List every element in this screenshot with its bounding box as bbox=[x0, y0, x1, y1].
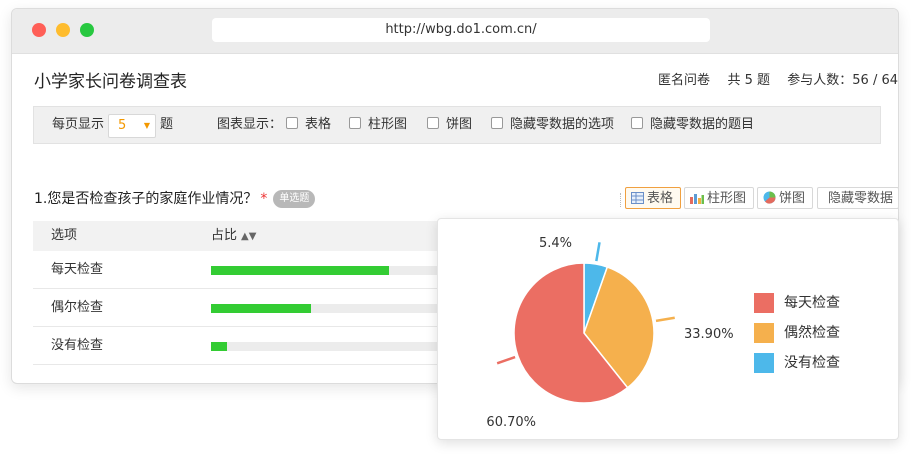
question-text: 1.您是否检查孩子的家庭作业情况？ bbox=[34, 191, 258, 207]
pie-chart-icon bbox=[763, 191, 776, 204]
option-hide-zero-options-label: 隐藏零数据的选项 bbox=[510, 117, 615, 132]
question-title: 1.您是否检查孩子的家庭作业情况？ * 单选题 bbox=[34, 188, 316, 208]
data-label-never-leader-line bbox=[595, 242, 601, 262]
required-mark: * bbox=[260, 191, 268, 207]
header-ratio-label: 占比 bbox=[211, 228, 238, 243]
checkbox-icon bbox=[491, 117, 503, 129]
option-table-label: 表格 bbox=[305, 117, 332, 132]
checkbox-icon bbox=[286, 117, 298, 129]
hide-zero-data-button[interactable]: 隐藏零数据 bbox=[817, 187, 898, 209]
legend-swatch bbox=[754, 323, 774, 343]
legend-label: 偶然检查 bbox=[784, 325, 840, 341]
hide-zero-data-label: 隐藏零数据 bbox=[828, 191, 894, 206]
data-label-sometimes-leader-line bbox=[655, 316, 675, 323]
per-page-label: 每页显示 bbox=[52, 117, 105, 132]
pie-chart-popup: 5.4% 33.90% 60.70% 每天检查 偶然检查 没有检查 bbox=[437, 218, 899, 440]
sort-icon[interactable]: ▲▼ bbox=[241, 231, 256, 242]
checkbox-icon bbox=[631, 117, 643, 129]
data-label-never: 5.4% bbox=[539, 236, 572, 251]
option-table-checkbox[interactable]: 表格 bbox=[286, 107, 331, 143]
address-bar[interactable]: http://wbg.do1.com.cn/ bbox=[212, 18, 710, 42]
view-table-label: 表格 bbox=[647, 191, 674, 206]
row-label: 每天检查 bbox=[51, 262, 104, 277]
option-hide-zero-questions-checkbox[interactable]: 隐藏零数据的题目 bbox=[631, 107, 754, 143]
data-label-daily: 60.70% bbox=[486, 415, 536, 430]
table-icon bbox=[631, 192, 644, 204]
ratio-bar-fill bbox=[211, 304, 311, 313]
option-bar-label: 柱形图 bbox=[368, 117, 408, 132]
legend-swatch bbox=[754, 293, 774, 313]
question-type-badge: 单选题 bbox=[273, 190, 316, 208]
bar-chart-icon bbox=[690, 194, 704, 204]
view-bar-button[interactable]: 柱形图 bbox=[684, 187, 754, 209]
question-count: 共 5 题 bbox=[727, 73, 770, 88]
checkbox-icon bbox=[427, 117, 439, 129]
per-page-unit: 题 bbox=[160, 117, 174, 132]
view-pie-button[interactable]: 饼图 bbox=[757, 187, 813, 209]
legend-swatch bbox=[754, 353, 774, 373]
option-bar-checkbox[interactable]: 柱形图 bbox=[349, 107, 407, 143]
view-bar-label: 柱形图 bbox=[707, 191, 747, 206]
close-window-button[interactable] bbox=[32, 23, 46, 37]
header-option: 选项 bbox=[51, 228, 78, 243]
ratio-bar-fill bbox=[211, 266, 390, 275]
option-hide-zero-options-checkbox[interactable]: 隐藏零数据的选项 bbox=[491, 107, 614, 143]
browser-titlebar: http://wbg.do1.com.cn/ bbox=[12, 9, 898, 54]
chart-display-label: 图表显示： bbox=[217, 117, 283, 132]
header-ratio[interactable]: 占比 ▲▼ bbox=[211, 221, 256, 252]
option-hide-zero-questions-label: 隐藏零数据的题目 bbox=[650, 117, 755, 132]
participant-count: 参与人数：56 / 64 bbox=[787, 73, 898, 88]
pie-chart: 5.4% 33.90% 60.70% bbox=[486, 236, 734, 430]
per-page-select[interactable]: 5 ▼ bbox=[108, 114, 156, 138]
per-page-value: 5 bbox=[118, 118, 127, 133]
ratio-bar-fill bbox=[211, 342, 227, 351]
checkbox-icon bbox=[349, 117, 361, 129]
caret-down-icon: ▼ bbox=[143, 121, 150, 130]
row-label: 没有检查 bbox=[51, 338, 104, 353]
data-label-sometimes: 33.90% bbox=[684, 327, 734, 342]
option-pie-label: 饼图 bbox=[446, 117, 473, 132]
view-separator bbox=[620, 193, 621, 207]
row-label: 偶尔检查 bbox=[51, 300, 104, 315]
maximize-window-button[interactable] bbox=[80, 23, 94, 37]
page-title: 小学家长问卷调查表 bbox=[34, 72, 187, 92]
minimize-window-button[interactable] bbox=[56, 23, 70, 37]
data-label-daily-leader-line bbox=[496, 355, 516, 365]
legend-label: 每天检查 bbox=[784, 295, 840, 311]
view-pie-label: 饼图 bbox=[779, 191, 806, 206]
legend-label: 没有检查 bbox=[784, 355, 840, 371]
anonymous-label: 匿名问卷 bbox=[657, 73, 710, 88]
view-table-button[interactable]: 表格 bbox=[625, 187, 681, 209]
option-pie-checkbox[interactable]: 饼图 bbox=[427, 107, 472, 143]
display-toolbar: 每页显示 5 ▼ 题 图表显示： 表格 柱形图 饼图 隐藏零数据的选项 隐藏零数… bbox=[33, 106, 881, 144]
